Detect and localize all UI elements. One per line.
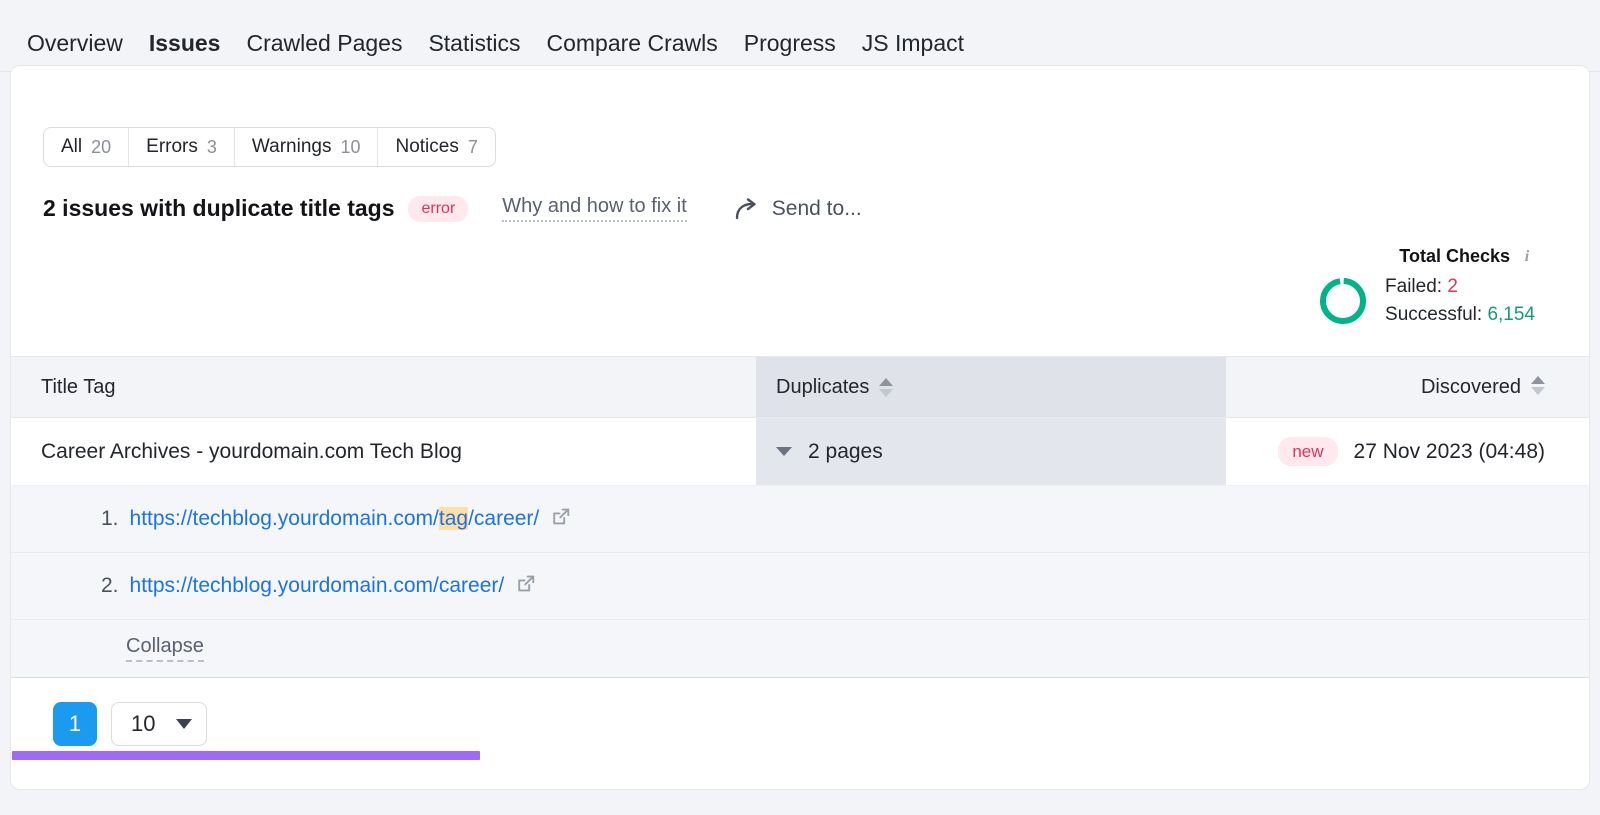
why-and-how-to-fix-it-link[interactable]: Why and how to fix it bbox=[502, 195, 687, 222]
duplicate-url-link[interactable]: https://techblog.yourdomain.com/career/ bbox=[130, 574, 505, 598]
discovered-wrapper: new 27 Nov 2023 (04:48) bbox=[1278, 437, 1545, 466]
send-to-button[interactable]: Send to... bbox=[735, 197, 862, 221]
issue-header: 2 issues with duplicate title tags error… bbox=[43, 195, 1589, 222]
sort-arrows-icon[interactable] bbox=[1531, 375, 1545, 399]
list-item: 1. https://techblog.yourdomain.com/tag/c… bbox=[11, 486, 1589, 553]
total-checks-title-row: Total Checks i bbox=[1317, 246, 1535, 267]
duplicates-value: 2 pages bbox=[808, 439, 883, 463]
failed-label: Failed: bbox=[1385, 276, 1443, 297]
table-row[interactable]: Career Archives - yourdomain.com Tech Bl… bbox=[11, 418, 1589, 760]
url-part-after: /career/ bbox=[468, 507, 540, 530]
column-header-duplicates-label: Duplicates bbox=[776, 375, 870, 398]
total-checks-label: Total Checks bbox=[1399, 246, 1510, 266]
list-item: 2. https://techblog.yourdomain.com/caree… bbox=[11, 553, 1589, 620]
highlight-annotation-bar bbox=[12, 751, 480, 760]
external-link-icon[interactable] bbox=[516, 574, 536, 599]
collapse-row: Collapse bbox=[11, 620, 1589, 678]
filter-errors-count: 3 bbox=[206, 136, 217, 157]
column-header-discovered-label: Discovered bbox=[1420, 375, 1521, 398]
url-part-highlighted: tag bbox=[438, 507, 469, 530]
sort-arrows-icon[interactable] bbox=[879, 377, 894, 397]
list-item-index: 2. bbox=[101, 574, 119, 597]
column-header-duplicates[interactable]: Duplicates bbox=[756, 357, 1226, 417]
cell-duplicates[interactable]: 2 pages bbox=[756, 418, 1226, 485]
filter-notices-label: Notices bbox=[395, 136, 459, 157]
total-checks-widget: Total Checks i Failed: 2 Successful: 6,1… bbox=[1317, 246, 1535, 328]
collapse-link[interactable]: Collapse bbox=[126, 635, 204, 662]
filter-all-count: 20 bbox=[91, 136, 112, 157]
issues-card: All 20 Errors 3 Warnings 10 Notices 7 2 … bbox=[10, 65, 1590, 790]
send-to-label: Send to... bbox=[771, 196, 862, 220]
info-icon[interactable]: i bbox=[1519, 248, 1535, 265]
total-checks-donut-chart bbox=[1320, 277, 1367, 324]
per-page-value: 10 bbox=[131, 711, 156, 736]
filter-warnings-count: 10 bbox=[340, 136, 361, 157]
filter-warnings-label: Warnings bbox=[251, 136, 332, 157]
successful-label: Successful: bbox=[1385, 303, 1483, 325]
column-header-title-tag[interactable]: Title Tag bbox=[11, 376, 756, 399]
filter-errors[interactable]: Errors 3 bbox=[129, 128, 235, 166]
cell-discovered: new 27 Nov 2023 (04:48) bbox=[1226, 437, 1589, 466]
issues-table: Title Tag Duplicates Discovered Career A… bbox=[11, 356, 1589, 760]
severity-filter-group: All 20 Errors 3 Warnings 10 Notices 7 bbox=[43, 127, 496, 167]
cell-title-tag: Career Archives - yourdomain.com Tech Bl… bbox=[11, 439, 756, 760]
status-badge: new bbox=[1278, 437, 1338, 466]
list-item-index: 1. bbox=[101, 507, 119, 530]
severity-badge: error bbox=[408, 195, 469, 222]
successful-line: Successful: 6,154 bbox=[1385, 301, 1535, 329]
chevron-down-icon[interactable] bbox=[776, 447, 792, 456]
column-header-title-tag-label: Title Tag bbox=[41, 375, 116, 398]
total-checks-stats: Failed: 2 Successful: 6,154 bbox=[1385, 273, 1535, 328]
filter-notices-count: 7 bbox=[467, 136, 478, 157]
table-header-row: Title Tag Duplicates Discovered bbox=[11, 356, 1589, 418]
share-arrow-icon bbox=[735, 197, 761, 220]
url-part-before: https://techblog.yourdomain.com/ bbox=[129, 507, 439, 530]
title-tag-value: Career Archives - yourdomain.com Tech Bl… bbox=[41, 439, 462, 463]
duplicate-url-link[interactable]: https://techblog.yourdomain.com/tag/care… bbox=[129, 507, 540, 531]
main-tab-bar: Overview Issues Crawled Pages Statistics… bbox=[0, 0, 1600, 72]
page-number-button-1[interactable]: 1 bbox=[53, 702, 97, 746]
filter-all[interactable]: All 20 bbox=[44, 128, 130, 166]
failed-value: 2 bbox=[1447, 276, 1458, 297]
filter-notices[interactable]: Notices 7 bbox=[378, 128, 494, 166]
chevron-down-icon bbox=[176, 719, 192, 729]
discovered-date: 27 Nov 2023 (04:48) bbox=[1353, 439, 1545, 463]
url-part-before: https://techblog.yourdomain.com/career/ bbox=[129, 574, 505, 597]
filter-errors-label: Errors bbox=[146, 136, 198, 157]
total-checks-body: Failed: 2 Successful: 6,154 bbox=[1317, 273, 1535, 328]
column-header-discovered[interactable]: Discovered bbox=[1226, 375, 1589, 399]
successful-value: 6,154 bbox=[1487, 303, 1535, 325]
filter-warnings[interactable]: Warnings 10 bbox=[235, 128, 379, 166]
external-link-icon[interactable] bbox=[551, 507, 571, 532]
issue-title: 2 issues with duplicate title tags bbox=[43, 195, 395, 221]
failed-line: Failed: 2 bbox=[1385, 273, 1535, 301]
filter-all-label: All bbox=[61, 136, 83, 157]
pagination: 1 10 bbox=[11, 678, 1589, 746]
per-page-select[interactable]: 10 bbox=[111, 702, 207, 746]
